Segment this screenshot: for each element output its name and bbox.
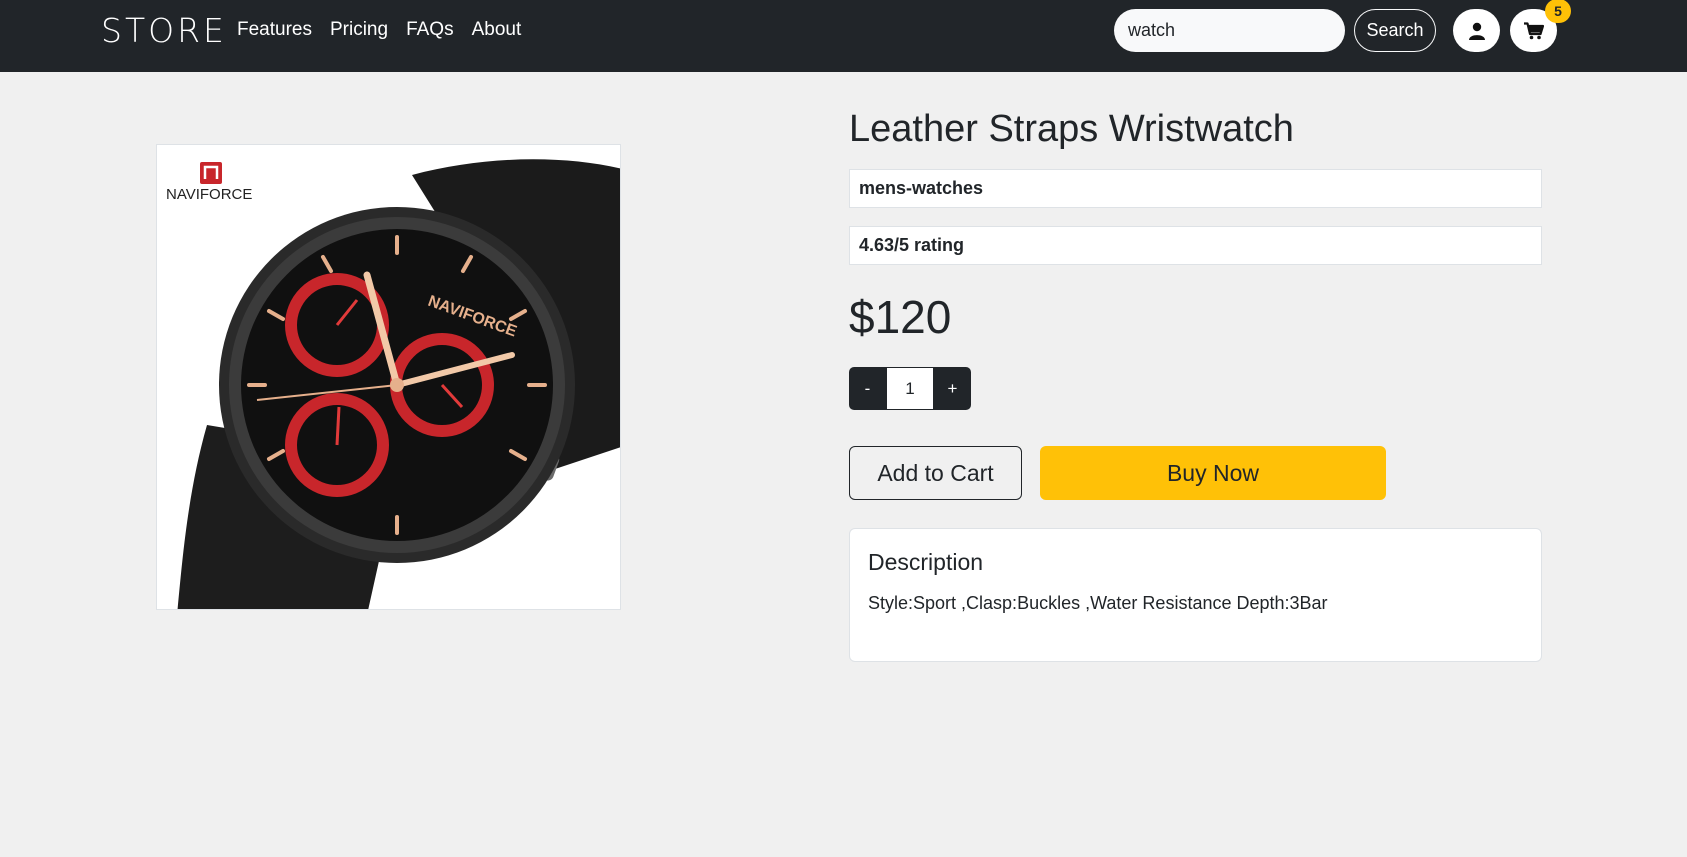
quantity-stepper: - + (849, 367, 971, 410)
brand-logo[interactable]: STORE (101, 11, 227, 50)
cart-icon (1523, 21, 1544, 39)
product-image: NAVIFORCE NAVIFORCE (156, 144, 621, 610)
navbar: STORE Features Pricing FAQs About Search… (0, 0, 1687, 72)
buy-now-button[interactable]: Buy Now (1040, 446, 1386, 500)
product-title: Leather Straps Wristwatch (849, 108, 1294, 150)
rating-badge: 4.63/5 rating (849, 226, 1542, 265)
nav-link-about[interactable]: About (472, 19, 522, 41)
cart-count-badge: 5 (1545, 0, 1571, 23)
increase-quantity-button[interactable]: + (934, 367, 971, 410)
nav-link-pricing[interactable]: Pricing (330, 19, 388, 41)
user-icon (1468, 22, 1485, 40)
product-price: $120 (849, 291, 952, 343)
search-button[interactable]: Search (1354, 9, 1436, 52)
search-input[interactable] (1114, 9, 1345, 52)
decrease-quantity-button[interactable]: - (849, 367, 886, 410)
description-text: Style:Sport ,Clasp:Buckles ,Water Resist… (868, 593, 1328, 613)
watch-illustration: NAVIFORCE NAVIFORCE (166, 159, 620, 609)
category-badge: mens-watches (849, 169, 1542, 208)
description-card: Description Style:Sport ,Clasp:Buckles ,… (849, 528, 1542, 662)
nav-link-faqs[interactable]: FAQs (406, 19, 454, 41)
add-to-cart-button[interactable]: Add to Cart (849, 446, 1022, 500)
user-button[interactable] (1453, 9, 1500, 52)
nav-link-features[interactable]: Features (237, 19, 312, 41)
quantity-input[interactable] (886, 367, 934, 410)
image-brand-label: NAVIFORCE (166, 186, 252, 203)
nav-links: Features Pricing FAQs About (237, 19, 521, 41)
description-heading: Description (868, 549, 984, 575)
